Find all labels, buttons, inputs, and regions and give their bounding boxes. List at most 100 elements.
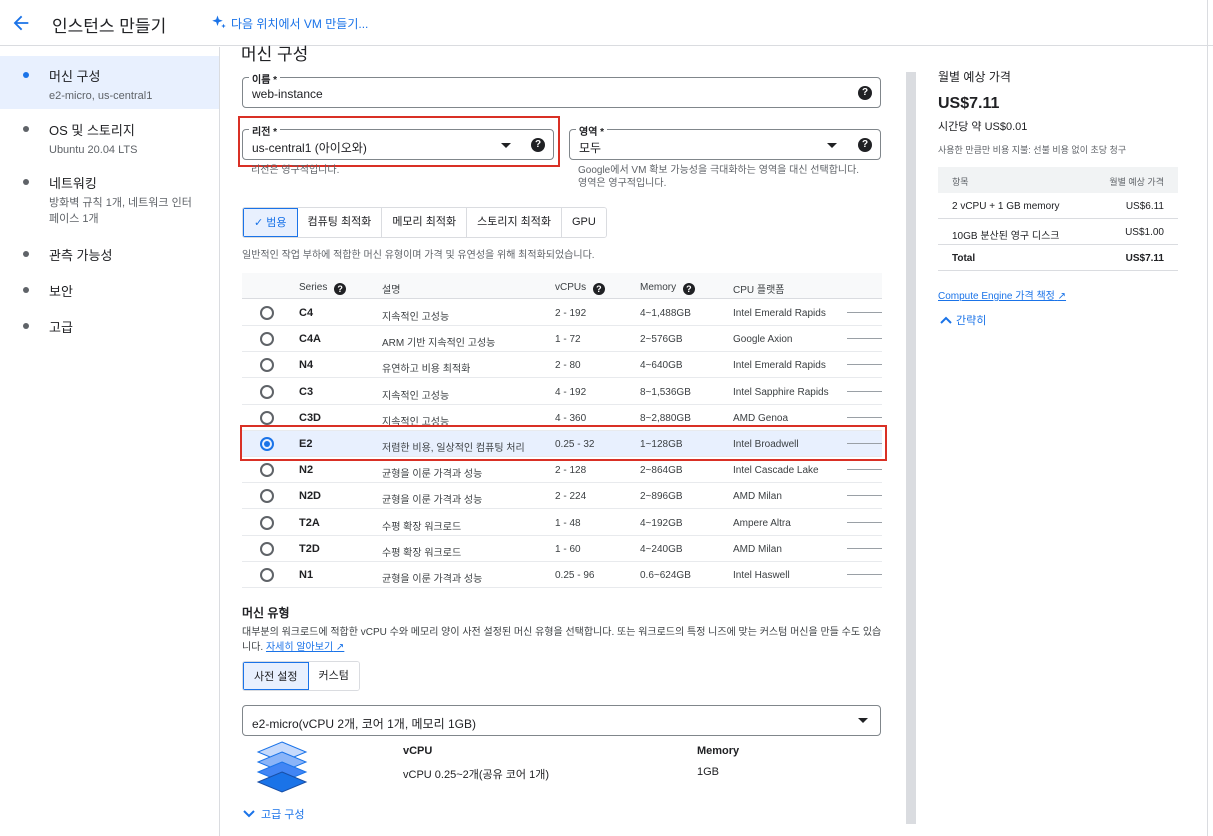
table-row[interactable]: N2 균형을 이룬 가격과 성능 2 - 128 2~864GB Intel Casca… xyxy=(242,457,882,484)
region-hint: 리전은 영구적입니다. xyxy=(251,165,340,176)
table-row[interactable]: T2D 수평 확장 워크로드 1 - 60 4~240GB AMD Milan xyxy=(242,536,882,562)
pricing-link[interactable]: Compute Engine 가격 책정 ↗ xyxy=(938,287,1066,302)
cell-vcpus: 1 - 72 xyxy=(555,334,581,346)
help-icon[interactable]: ? xyxy=(682,283,695,295)
series-radio[interactable] xyxy=(260,541,274,556)
cell-vcpus: 2 - 224 xyxy=(555,491,587,503)
advanced-config-label: 고급 구성 xyxy=(261,809,305,821)
machine-type-mode-tabs: 사전 설정 커스텀 xyxy=(242,661,360,691)
cell-cpu-platform: Google Axion xyxy=(733,334,793,346)
sidebar-item-label: 네트워킹 xyxy=(49,176,97,191)
pricing-header-item: 항목 xyxy=(952,177,969,187)
zone-select[interactable]: 영역 * 모두 ? xyxy=(569,123,881,160)
help-icon[interactable]: ? xyxy=(858,138,872,152)
machine-stack-icon xyxy=(256,741,308,793)
series-radio[interactable] xyxy=(260,410,274,425)
cell-vcpus: 4 - 360 xyxy=(555,412,587,424)
pricing-value: US$7.11 xyxy=(1125,253,1164,264)
sidebar-item-label: OS 및 스토리지 xyxy=(49,123,135,138)
table-row[interactable]: C4A ARM 기반 지속적인 고성능 1 - 72 2~576GB Google Ax… xyxy=(242,326,882,353)
sidebar-item-networking[interactable]: 네트워킹 방화벽 규칙 1개, 네트워크 인터페이스 1개 xyxy=(0,165,219,231)
tab-custom[interactable]: 커스텀 xyxy=(308,662,359,690)
scrollbar[interactable] xyxy=(906,72,916,824)
advanced-config-toggle[interactable]: 고급 구성 xyxy=(243,806,305,822)
family-description: 일반적인 작업 부하에 적합한 머신 유형이며 가격 및 유연성을 위해 최적화… xyxy=(242,250,595,261)
sidebar-item-security[interactable]: 보안 xyxy=(0,273,219,305)
pricing-table-header: 항목 월별 예상 가격 xyxy=(938,167,1178,193)
row-divider xyxy=(847,338,882,340)
cell-memory: 8~1,536GB xyxy=(640,386,691,398)
cell-series: T2D xyxy=(299,542,320,555)
help-icon[interactable]: ? xyxy=(334,283,347,295)
external-link-icon: ↗ xyxy=(1057,291,1067,302)
cell-series: N1 xyxy=(299,569,314,581)
zone-field-value: 모두 xyxy=(579,141,602,155)
chevron-down-icon xyxy=(243,810,255,818)
sidebar: 머신 구성 e2-micro, us-central1 OS 및 스토리지 Ub… xyxy=(0,47,220,836)
cell-vcpus: 2 - 128 xyxy=(555,465,587,477)
tab-storage-optimized[interactable]: 스토리지 최적화 xyxy=(467,208,562,237)
section-title: 머신 구성 xyxy=(241,45,309,64)
cell-cpu-platform: Intel Emerald Rapids xyxy=(733,308,826,319)
tab-general-purpose[interactable]: ✓ 범용 xyxy=(243,208,298,237)
nav-dot-icon xyxy=(23,72,29,78)
cell-memory: 4~240GB xyxy=(640,543,683,555)
help-icon[interactable]: ? xyxy=(858,86,872,100)
series-radio[interactable] xyxy=(260,358,274,373)
name-field-label: 이름 * xyxy=(249,71,281,86)
series-radio[interactable] xyxy=(260,463,274,478)
series-radio[interactable] xyxy=(260,568,274,582)
machine-type-select[interactable]: e2-micro(vCPU 2개, 코어 1개, 메모리 1GB) xyxy=(242,705,881,736)
table-row[interactable]: C4 지속적인 고성능 2 - 192 4~1,488GB Intel Emerald … xyxy=(242,300,882,326)
cell-cpu-platform: AMD Genoa xyxy=(733,412,789,424)
cell-cpu-platform: Intel Cascade Lake xyxy=(733,465,819,477)
series-radio[interactable] xyxy=(260,515,274,530)
cell-memory: 4~1,488GB xyxy=(640,308,691,319)
collapse-button[interactable]: 간략히 xyxy=(940,312,986,328)
memory-value: 1GB xyxy=(697,766,720,778)
sidebar-item-os-storage[interactable]: OS 및 스토리지 Ubuntu 20.04 LTS xyxy=(0,111,219,159)
table-row[interactable]: N2D 균형을 이룬 가격과 성능 2 - 224 2~896GB AMD Milan xyxy=(242,483,882,510)
table-row[interactable]: C3 지속적인 고성능 4 - 192 8~1,536GB Intel Sapphire… xyxy=(242,379,882,405)
help-icon[interactable]: ? xyxy=(592,283,605,295)
create-vm-from-link[interactable]: 다음 위치에서 VM 만들기... xyxy=(210,14,368,32)
header-cpu-platform: CPU 플랫폼 xyxy=(733,285,785,296)
table-row[interactable]: T2A 수평 확장 워크로드 1 - 48 4~192GB Ampere Altra xyxy=(242,510,882,536)
cell-description: 균형을 이룬 가격과 성능 xyxy=(382,574,483,585)
series-radio[interactable] xyxy=(260,306,274,320)
row-divider xyxy=(847,547,882,549)
cell-vcpus: 2 - 80 xyxy=(555,360,581,372)
name-field[interactable]: 이름 * web-instance ? xyxy=(242,71,881,108)
zone-hint: Google에서 VM 확보 가능성을 극대화하는 영역을 대신 선택합니다. … xyxy=(578,165,860,189)
tab-compute-optimized[interactable]: 컴퓨팅 최적화 xyxy=(297,208,383,237)
sidebar-item-observability[interactable]: 관측 가능성 xyxy=(0,237,219,269)
cell-series: C4A xyxy=(299,333,322,346)
table-row[interactable]: N4 유연하고 비용 최적화 2 - 80 4~640GB Intel Emerald … xyxy=(242,352,882,379)
nav-dot-icon xyxy=(23,179,29,185)
series-radio[interactable] xyxy=(260,384,274,399)
table-row[interactable]: N1 균형을 이룬 가격과 성능 0.25 - 96 0.6~624GB Intel H… xyxy=(242,562,882,588)
header-label: Memory xyxy=(640,282,677,293)
sidebar-item-machine-config[interactable]: 머신 구성 e2-micro, us-central1 xyxy=(0,56,219,109)
series-radio[interactable] xyxy=(260,489,274,504)
series-radio[interactable] xyxy=(260,332,274,347)
sidebar-item-label: 고급 xyxy=(49,320,73,335)
header-vcpus: vCPUs ? xyxy=(555,281,605,295)
tab-preset[interactable]: 사전 설정 xyxy=(243,662,309,690)
highlight-box xyxy=(240,425,887,461)
cell-vcpus: 1 - 48 xyxy=(555,517,581,529)
back-arrow-icon[interactable] xyxy=(10,12,32,34)
pricing-value: US$1.00 xyxy=(1125,227,1164,238)
tab-memory-optimized[interactable]: 메모리 최적화 xyxy=(382,208,468,237)
cell-description: 균형을 이룬 가격과 성능 xyxy=(382,495,483,507)
sparkle-icon xyxy=(212,15,226,29)
learn-more-link[interactable]: 자세히 알아보기 ↗ xyxy=(266,642,344,653)
cell-description: ARM 기반 지속적인 고성능 xyxy=(382,338,496,350)
tab-gpu[interactable]: GPU xyxy=(562,208,606,237)
sidebar-item-advanced[interactable]: 고급 xyxy=(0,309,219,341)
cell-memory: 4~192GB xyxy=(640,517,683,529)
cell-description: 지속적인 고성능 xyxy=(382,312,450,323)
cell-cpu-platform: Intel Haswell xyxy=(733,570,790,581)
pricing-row: 10GB 분산된 영구 디스크 US$1.00 xyxy=(938,219,1178,245)
monthly-price: US$7.11 xyxy=(938,95,1000,112)
